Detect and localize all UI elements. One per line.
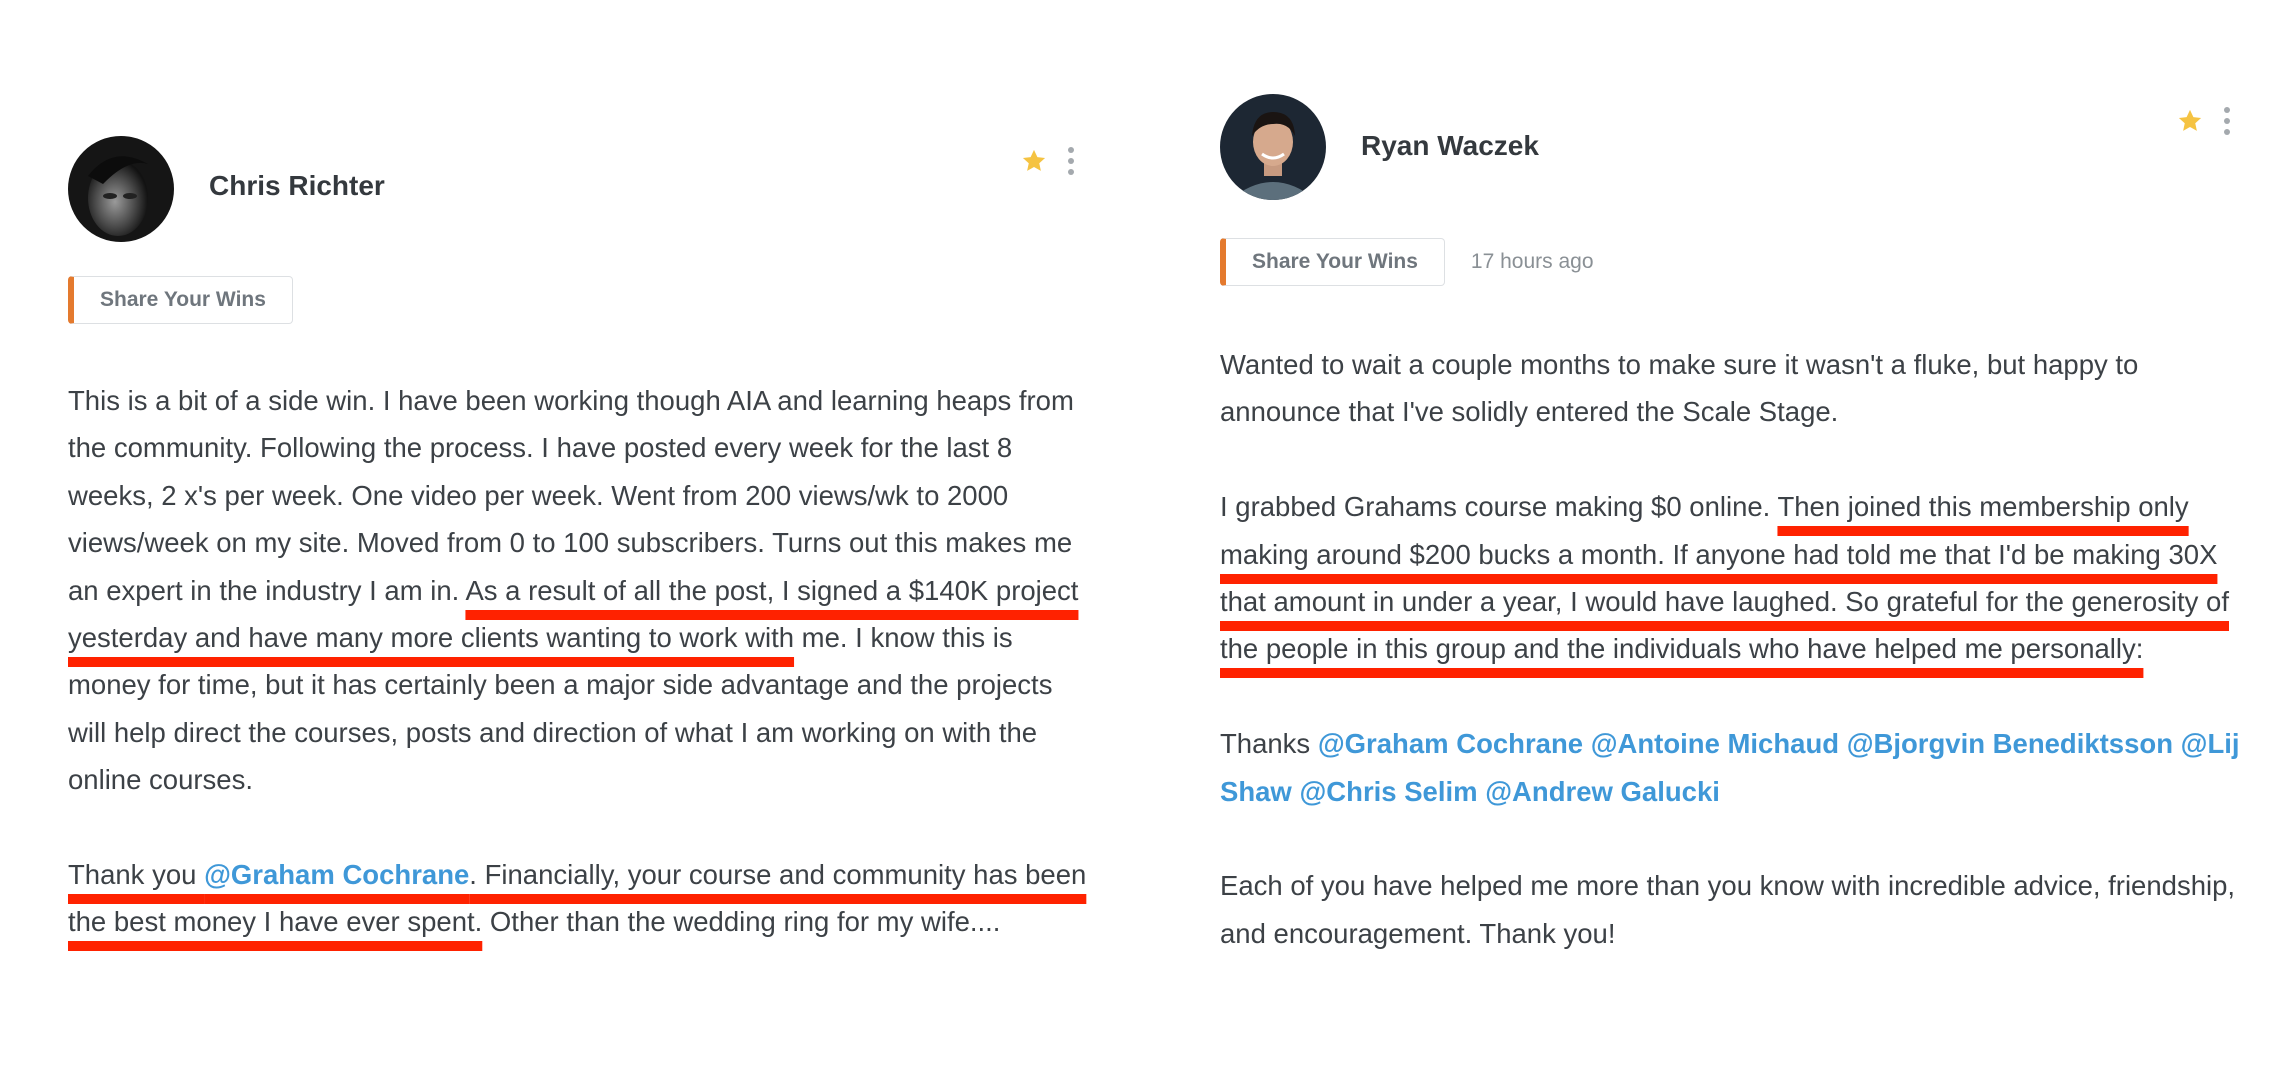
user-mention-link[interactable]: @Antoine Michaud	[1591, 728, 1839, 759]
post-text	[1583, 728, 1591, 759]
post-text: I grabbed Grahams course making $0 onlin…	[1220, 491, 1778, 523]
post-paragraph: Each of you have helped me more than you…	[1220, 862, 2260, 957]
post-actions	[2176, 104, 2230, 137]
post-text	[2173, 728, 2181, 759]
user-mention-link[interactable]: @Chris Selim	[1299, 776, 1477, 807]
post-paragraph: Wanted to wait a couple months to make s…	[1220, 341, 2260, 436]
avatar[interactable]	[68, 136, 174, 242]
user-mention-link[interactable]: @Andrew Galucki	[1485, 776, 1720, 807]
category-tag[interactable]: Share Your Wins	[1220, 238, 1445, 286]
author-name[interactable]: Ryan Waczek	[1361, 130, 1539, 162]
post-meta: Share Your Wins	[68, 276, 293, 324]
post-timestamp: 17 hours ago	[1470, 250, 1594, 273]
star-icon[interactable]	[1020, 147, 1048, 175]
post-paragraph: Thank you @Graham Cochrane. Financially,…	[68, 851, 1088, 946]
post-meta: Share Your Wins 17 hours ago	[1220, 238, 1594, 286]
category-tag[interactable]: Share Your Wins	[68, 276, 293, 324]
post-text: This is a bit of a side win. I have been…	[68, 385, 1074, 606]
post-actions	[1020, 144, 1074, 177]
post-paragraph: This is a bit of a side win. I have been…	[68, 377, 1088, 804]
post-text: Thank you	[68, 859, 205, 891]
author-name[interactable]: Chris Richter	[209, 170, 385, 202]
post-text: Wanted to wait a couple months to make s…	[1220, 349, 2139, 428]
post-body: Wanted to wait a couple months to make s…	[1220, 341, 2260, 1005]
kebab-menu-icon[interactable]	[1068, 144, 1074, 177]
kebab-menu-icon[interactable]	[2224, 104, 2230, 137]
user-mention-link[interactable]: @Graham Cochrane	[204, 859, 469, 890]
post-text: Other than the wedding ring for my wife.…	[482, 906, 1001, 938]
avatar[interactable]	[1220, 94, 1326, 200]
post-text: Thanks	[1220, 728, 1318, 760]
post-body: This is a bit of a side win. I have been…	[68, 377, 1088, 993]
user-mention-link[interactable]: @Bjorgvin Benediktsson	[1847, 728, 2173, 759]
post-text	[1839, 728, 1847, 759]
user-mention-link[interactable]: @Graham Cochrane	[1318, 728, 1583, 759]
star-icon[interactable]	[2176, 107, 2204, 135]
post-text: Each of you have helped me more than you…	[1220, 870, 2236, 949]
post-paragraph: Thanks @Graham Cochrane @Antoine Michaud…	[1220, 720, 2260, 815]
post-paragraph: I grabbed Grahams course making $0 onlin…	[1220, 483, 2260, 673]
